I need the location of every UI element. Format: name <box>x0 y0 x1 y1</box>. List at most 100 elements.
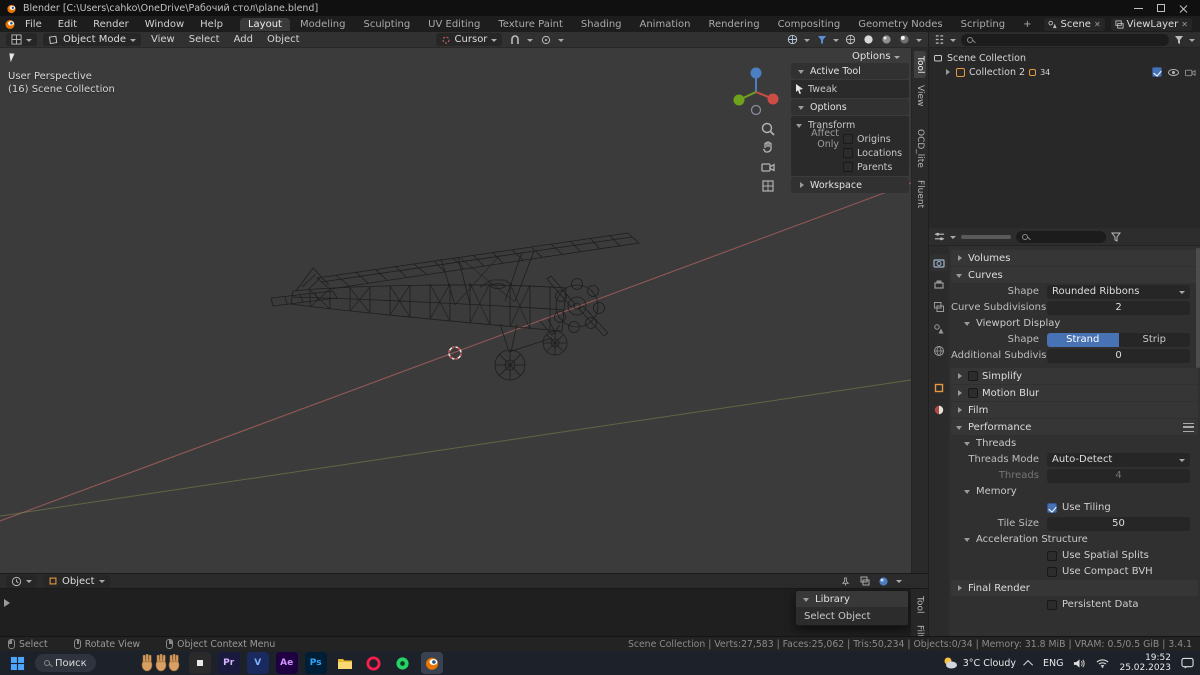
curve-subdivisions-field[interactable]: 2 <box>1047 300 1190 315</box>
viewlayer-unlink-icon[interactable]: ✕ <box>1181 20 1188 29</box>
zoom-icon[interactable] <box>760 121 776 137</box>
sidebar-tab-view[interactable]: View <box>914 80 926 111</box>
bottom-editor-type-button[interactable] <box>6 574 37 588</box>
tab-object-properties[interactable] <box>930 379 948 396</box>
compact-bvh-checkbox[interactable] <box>1047 566 1057 577</box>
language-indicator[interactable]: ENG <box>1043 658 1063 669</box>
panel-motion-blur[interactable]: Motion Blur <box>951 385 1198 401</box>
menu-edit[interactable]: Edit <box>51 18 84 31</box>
subpanel-viewport-display[interactable]: Viewport Display <box>951 316 1198 331</box>
sidebar-tab-tool[interactable]: Tool <box>914 51 926 79</box>
subpanel-acceleration-structure[interactable]: Acceleration Structure <box>951 532 1198 547</box>
panel-film[interactable]: Film <box>951 402 1198 418</box>
wifi-icon[interactable] <box>1096 658 1109 668</box>
panel-volumes[interactable]: Volumes <box>951 250 1198 266</box>
panel-performance[interactable]: Performance <box>951 419 1198 435</box>
properties-scrollbar[interactable] <box>1196 248 1200 368</box>
viewport-menu-add[interactable]: Add <box>230 34 257 45</box>
airplane-wireframe[interactable] <box>270 232 640 381</box>
panel-curves[interactable]: Curves <box>951 267 1198 283</box>
strand-button[interactable]: Strand <box>1047 332 1119 347</box>
shading-wireframe-icon[interactable] <box>844 33 857 46</box>
collection-checkbox[interactable] <box>1152 67 1162 77</box>
blender-taskbar-icon[interactable] <box>420 652 443 674</box>
workspace-tab-animation[interactable]: Animation <box>632 18 699 31</box>
proportional-dropdown[interactable] <box>558 38 565 45</box>
transform-pivot-button[interactable]: Cursor <box>435 33 503 46</box>
outliner-item-collection-2[interactable]: Collection 2 34 <box>933 65 1196 79</box>
snap-dropdown[interactable] <box>527 38 534 45</box>
close-button[interactable] <box>1179 4 1188 13</box>
workspace-tab-geometry-nodes[interactable]: Geometry Nodes <box>850 18 950 31</box>
library-popup-header[interactable]: Library <box>796 591 908 607</box>
outliner-options-dropdown[interactable] <box>1189 38 1195 45</box>
simplify-checkbox[interactable] <box>968 371 978 381</box>
scene-selector[interactable]: Scene ✕ <box>1044 17 1105 31</box>
properties-editor-dropdown[interactable] <box>950 235 956 242</box>
premiere-pro-icon[interactable]: Pr <box>217 652 240 674</box>
panel-simplify[interactable]: Simplify <box>951 368 1198 384</box>
subpanel-threads[interactable]: Threads <box>951 436 1198 451</box>
origins-checkbox[interactable] <box>843 134 853 144</box>
workspace-tab-uv-editing[interactable]: UV Editing <box>420 18 488 31</box>
snap-magnet-icon[interactable] <box>508 33 521 46</box>
clock-widget[interactable]: 19:52 25.02.2023 <box>1119 653 1171 673</box>
material-sphere-icon[interactable] <box>877 575 890 588</box>
performance-presets-icon[interactable] <box>1183 422 1194 432</box>
dark-app-icon[interactable] <box>188 652 211 674</box>
taskbar-search-input[interactable]: Поиск <box>35 654 96 672</box>
panel-final-render[interactable]: Final Render <box>951 580 1198 596</box>
shading-mode-dropdown[interactable] <box>896 580 902 586</box>
outliner-filter-icon[interactable] <box>1174 35 1184 45</box>
workspace-tab-rendering[interactable]: Rendering <box>700 18 767 31</box>
overlays-funnel-icon[interactable] <box>815 33 828 46</box>
options-panel-header[interactable]: Options <box>791 99 909 115</box>
camera-view-icon[interactable] <box>760 159 776 175</box>
pan-hand-icon[interactable] <box>760 140 776 156</box>
proportional-edit-icon[interactable] <box>539 33 552 46</box>
menu-file[interactable]: File <box>18 18 49 31</box>
perspective-toggle-icon[interactable] <box>760 178 776 194</box>
subpanel-memory[interactable]: Memory <box>951 484 1198 499</box>
curves-shape-dropdown[interactable]: Rounded Ribbons <box>1047 284 1190 299</box>
sidebar-tab-fluent[interactable]: Fluent <box>914 175 926 213</box>
hands-sticker-icon[interactable] <box>138 652 182 674</box>
stack-icon[interactable] <box>858 575 871 588</box>
workspace-tab-texture-paint[interactable]: Texture Paint <box>490 18 571 31</box>
menu-window[interactable]: Window <box>138 18 191 31</box>
render-visibility-camera-icon[interactable] <box>1185 68 1196 77</box>
overlays-dropdown[interactable] <box>833 38 839 45</box>
tab-viewlayer-properties[interactable] <box>930 298 948 315</box>
start-button[interactable] <box>6 652 28 674</box>
shading-material-icon[interactable] <box>880 33 893 46</box>
persistent-data-checkbox[interactable] <box>1047 599 1057 610</box>
locations-checkbox[interactable] <box>843 148 853 158</box>
viewport-options-button[interactable]: Options <box>852 51 900 62</box>
spatial-splits-checkbox[interactable] <box>1047 550 1057 561</box>
outliner-search-input[interactable] <box>961 33 1169 46</box>
maximize-button[interactable] <box>1157 4 1165 12</box>
shading-dropdown[interactable] <box>916 38 922 45</box>
motion-blur-checkbox[interactable] <box>968 388 978 398</box>
active-tool-panel-header[interactable]: Active Tool <box>791 63 909 79</box>
menu-render[interactable]: Render <box>86 18 136 31</box>
properties-search-input[interactable] <box>1016 230 1106 243</box>
green-app-icon[interactable] <box>392 652 414 674</box>
properties-editor-icon[interactable] <box>934 231 945 242</box>
additional-subdivision-field[interactable]: 0 <box>1047 348 1190 363</box>
minimize-button[interactable] <box>1134 7 1143 9</box>
tab-render-properties[interactable] <box>930 254 948 271</box>
workspace-tab-shading[interactable]: Shading <box>573 18 630 31</box>
gizmo-dropdown[interactable] <box>804 38 810 45</box>
tab-output-properties[interactable] <box>930 276 948 293</box>
shading-rendered-icon[interactable] <box>898 33 911 46</box>
expand-arrow-icon[interactable] <box>943 68 952 77</box>
outliner-editor-dropdown[interactable] <box>950 38 956 45</box>
bottom-tab-tool[interactable]: Tool <box>914 591 926 618</box>
viewport-canvas[interactable]: User Perspective (16) Scene Collection O… <box>0 48 911 573</box>
outliner-item-scene-collection[interactable]: Scene Collection <box>933 51 1196 65</box>
select-object-item[interactable]: Select Object <box>796 607 908 625</box>
scene-unlink-icon[interactable]: ✕ <box>1094 20 1101 29</box>
after-effects-icon[interactable]: Ae <box>275 652 298 674</box>
active-tool-item[interactable]: Tweak <box>795 82 905 96</box>
